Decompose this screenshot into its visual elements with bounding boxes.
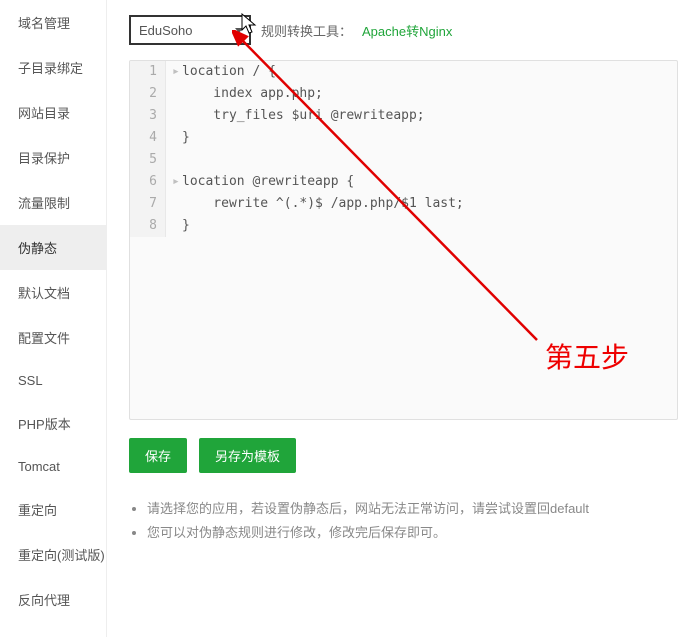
annotation-text: 第五步	[545, 336, 629, 376]
sidebar-item[interactable]: Tomcat	[0, 446, 106, 487]
sidebar-item[interactable]: 防盗链	[0, 622, 106, 637]
line-number: 7	[130, 193, 166, 215]
save-as-template-button[interactable]: 另存为模板	[199, 438, 296, 473]
code-text: ▸location @rewriteapp {	[166, 171, 677, 193]
code-text	[166, 149, 677, 171]
code-text: ▸location / {	[166, 61, 677, 83]
sidebar-item[interactable]: 流量限制	[0, 180, 106, 225]
top-row: EduSoho 规则转换工具： Apache转Nginx	[129, 15, 678, 45]
code-line: 1▸location / {	[130, 61, 677, 83]
sidebar-item[interactable]: 重定向(测试版)	[0, 532, 106, 577]
sidebar: 域名管理子目录绑定网站目录目录保护流量限制伪静态默认文档配置文件SSLPHP版本…	[0, 0, 107, 637]
hint-item: 请选择您的应用，若设置伪静态后，网站无法正常访问，请尝试设置回default	[147, 497, 678, 521]
line-number: 6	[130, 171, 166, 193]
sidebar-item[interactable]: 反向代理	[0, 577, 106, 622]
line-number: 4	[130, 127, 166, 149]
sidebar-item[interactable]: 网站目录	[0, 90, 106, 135]
line-number: 1	[130, 61, 166, 83]
code-line: 4 }	[130, 127, 677, 149]
cursor-icon	[241, 13, 259, 37]
code-line: 5	[130, 149, 677, 171]
sidebar-item[interactable]: SSL	[0, 360, 106, 401]
tool-label: 规则转换工具：	[261, 21, 352, 40]
hint-item: 您可以对伪静态规则进行修改，修改完后保存即可。	[147, 521, 678, 545]
line-number: 5	[130, 149, 166, 171]
sidebar-item[interactable]: 默认文档	[0, 270, 106, 315]
code-line: 3 try_files $uri @rewriteapp;	[130, 105, 677, 127]
code-text: }	[166, 215, 677, 237]
code-line: 6▸location @rewriteapp {	[130, 171, 677, 193]
code-text: rewrite ^(.*)$ /app.php/$1 last;	[166, 193, 677, 215]
hints-list: 请选择您的应用，若设置伪静态后，网站无法正常访问，请尝试设置回default您可…	[129, 497, 678, 545]
template-select-wrap: EduSoho	[129, 15, 251, 45]
app-root: 域名管理子目录绑定网站目录目录保护流量限制伪静态默认文档配置文件SSLPHP版本…	[0, 0, 700, 637]
sidebar-item[interactable]: 重定向	[0, 487, 106, 532]
template-select[interactable]: EduSoho	[129, 15, 251, 45]
code-line: 2 index app.php;	[130, 83, 677, 105]
main-panel: EduSoho 规则转换工具： Apache转Nginx 1▸location …	[107, 0, 700, 637]
code-line: 8 }	[130, 215, 677, 237]
sidebar-item[interactable]: 伪静态	[0, 225, 106, 270]
code-text: }	[166, 127, 677, 149]
button-row: 保存 另存为模板	[129, 438, 678, 473]
code-text: try_files $uri @rewriteapp;	[166, 105, 677, 127]
line-number: 8	[130, 215, 166, 237]
code-line: 7 rewrite ^(.*)$ /app.php/$1 last;	[130, 193, 677, 215]
sidebar-item[interactable]: 配置文件	[0, 315, 106, 360]
sidebar-item[interactable]: PHP版本	[0, 401, 106, 446]
apache-to-nginx-link[interactable]: Apache转Nginx	[362, 21, 452, 40]
sidebar-item[interactable]: 目录保护	[0, 135, 106, 180]
line-number: 2	[130, 83, 166, 105]
save-button[interactable]: 保存	[129, 438, 187, 473]
sidebar-item[interactable]: 域名管理	[0, 0, 106, 45]
line-number: 3	[130, 105, 166, 127]
code-text: index app.php;	[166, 83, 677, 105]
sidebar-item[interactable]: 子目录绑定	[0, 45, 106, 90]
